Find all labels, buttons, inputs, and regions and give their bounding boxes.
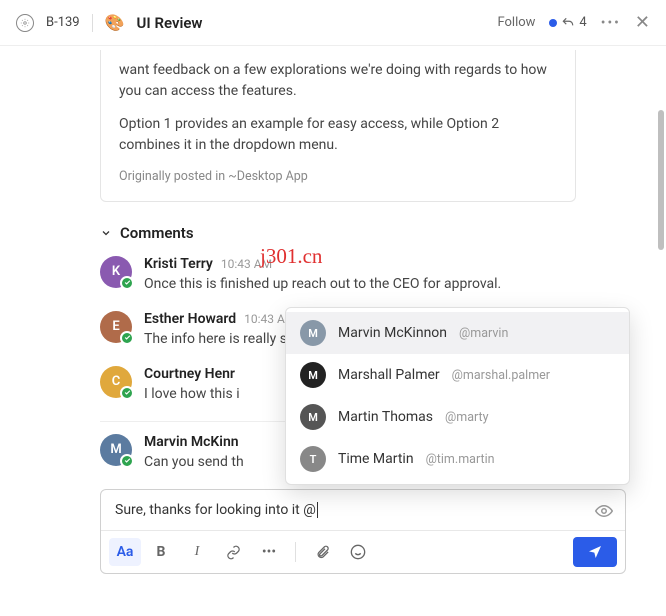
presence-badge-icon: [120, 386, 134, 400]
post-body-1: want feedback on a few explorations we'r…: [119, 60, 557, 102]
more-options-button[interactable]: •••: [601, 15, 621, 31]
mention-handle: @tim.martin: [426, 452, 495, 467]
unread-dot-icon: [549, 19, 557, 27]
send-icon: [587, 544, 603, 560]
mention-item[interactable]: M Marvin McKinnon @marvin: [286, 312, 629, 354]
header-left: B-139 🎨 UI Review: [16, 13, 203, 32]
presence-badge-icon: [120, 454, 134, 468]
emoji-button[interactable]: [342, 538, 374, 566]
comment-author[interactable]: Kristi Terry: [144, 256, 213, 272]
presence-badge-icon: [120, 276, 134, 290]
post-card: want feedback on a few explorations we'r…: [100, 50, 576, 202]
mention-item[interactable]: T Time Martin @tim.martin: [286, 438, 629, 480]
mention-name: Marshall Palmer: [338, 367, 440, 383]
mention-avatar: T: [300, 446, 326, 472]
header-bar: B-139 🎨 UI Review Follow 4 ••• ✕: [0, 0, 666, 46]
mention-popup: M Marvin McKinnon @marvin M Marshall Palmer @…: [285, 307, 630, 485]
mention-avatar: M: [300, 320, 326, 346]
composer-input[interactable]: Sure, thanks for looking into it @: [101, 490, 625, 530]
mention-item[interactable]: M Martin Thomas @marty: [286, 396, 629, 438]
mention-name: Martin Thomas: [338, 409, 433, 425]
format-text-button[interactable]: Aa: [109, 538, 141, 566]
post-body-2: Option 1 provides an example for easy ac…: [119, 114, 557, 156]
avatar[interactable]: E: [100, 311, 132, 343]
reply-indicator[interactable]: 4: [549, 15, 586, 30]
comment-time: 10:43 AM: [221, 257, 272, 271]
comment-text: Once this is finished up reach out to th…: [144, 274, 626, 295]
toolbar-divider: [295, 542, 296, 562]
italic-button[interactable]: I: [181, 538, 213, 566]
app-logo-icon[interactable]: [16, 14, 34, 32]
attach-button[interactable]: [306, 538, 338, 566]
mention-handle: @marty: [445, 410, 489, 425]
board-id[interactable]: B-139: [46, 15, 80, 30]
composer-toolbar: Aa B I •••: [101, 530, 625, 573]
link-button[interactable]: [217, 538, 249, 566]
mention-handle: @marvin: [459, 326, 508, 341]
close-button[interactable]: ✕: [635, 12, 650, 33]
reply-count: 4: [579, 15, 586, 30]
mention-item[interactable]: M Marshall Palmer @marshal.palmer: [286, 354, 629, 396]
comment-author[interactable]: Courtney Henr: [144, 366, 235, 382]
mention-avatar: M: [300, 404, 326, 430]
mention-handle: @marshal.palmer: [452, 368, 550, 383]
scrollbar-thumb[interactable]: [658, 110, 664, 250]
follow-button[interactable]: Follow: [497, 15, 535, 30]
comment-author[interactable]: Marvin McKinn: [144, 434, 239, 450]
comments-title: Comments: [120, 224, 194, 242]
reply-arrow-icon: [561, 16, 575, 30]
palette-icon: 🎨: [105, 13, 125, 32]
comment-body: Kristi Terry 10:43 AM Once this is finishe…: [144, 256, 626, 295]
comment-author[interactable]: Esther Howard: [144, 311, 236, 327]
comment-composer: Sure, thanks for looking into it @ Aa B …: [100, 489, 626, 574]
more-format-button[interactable]: •••: [253, 538, 285, 566]
composer-text: Sure, thanks for looking into it @: [115, 502, 316, 518]
comment: K Kristi Terry 10:43 AM Once this is finish…: [100, 256, 626, 295]
mention-name: Marvin McKinnon: [338, 325, 447, 341]
send-button[interactable]: [573, 537, 617, 567]
chevron-down-icon: [100, 227, 112, 239]
avatar[interactable]: C: [100, 366, 132, 398]
header-divider: [92, 14, 93, 32]
text-cursor: [317, 502, 318, 518]
originally-posted[interactable]: Originally posted in ~Desktop App: [119, 168, 557, 187]
avatar[interactable]: K: [100, 256, 132, 288]
mention-name: Time Martin: [338, 451, 414, 467]
page-title: UI Review: [137, 14, 203, 32]
bold-button[interactable]: B: [145, 538, 177, 566]
presence-badge-icon: [120, 331, 134, 345]
header-right: Follow 4 ••• ✕: [497, 12, 650, 33]
avatar[interactable]: M: [100, 434, 132, 466]
visibility-icon[interactable]: [595, 502, 613, 524]
comments-header[interactable]: Comments: [100, 224, 666, 242]
mention-avatar: M: [300, 362, 326, 388]
scrollbar-track[interactable]: [658, 50, 664, 616]
